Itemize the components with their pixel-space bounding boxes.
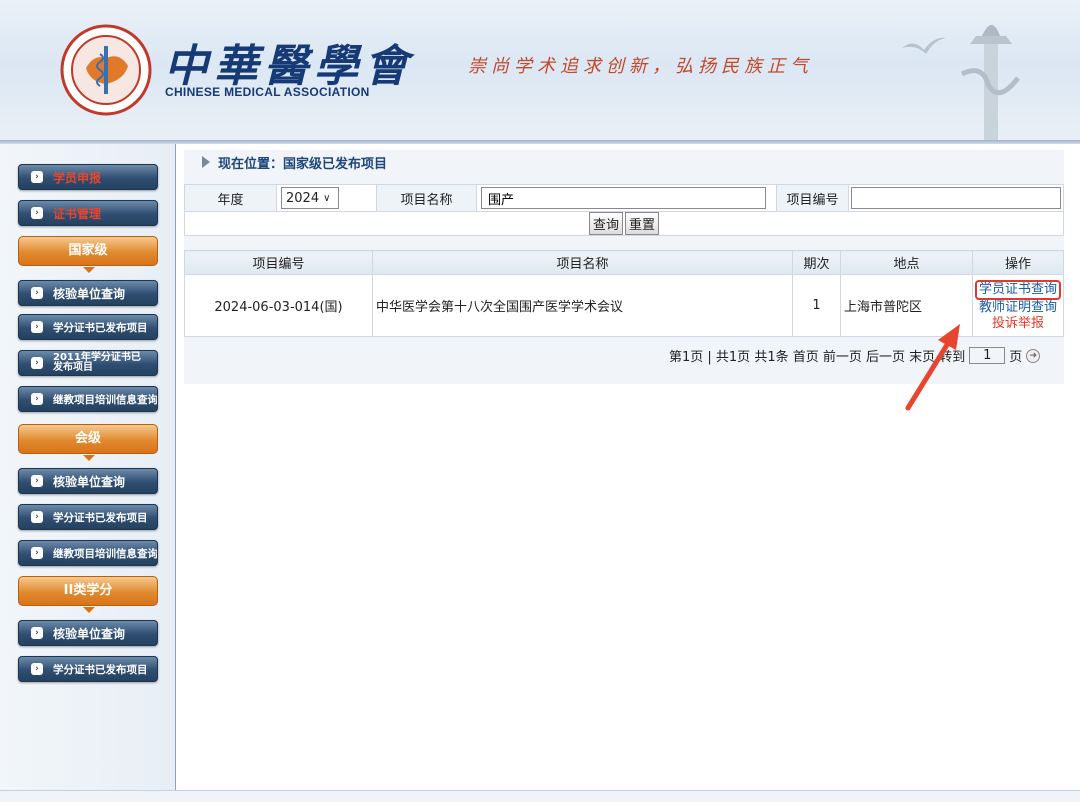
project-name-label: 项目名称	[376, 184, 477, 212]
flying-bird-icon	[902, 37, 946, 54]
cell-project-name: 中华医学会第十八次全国围产医学学术会议	[372, 274, 793, 337]
complaint-report-link[interactable]: 投诉举报	[973, 316, 1063, 332]
footer-bar	[0, 790, 1080, 802]
highlight-box: 学员证书查询	[974, 279, 1061, 300]
sidebar-item-c2-cert-published[interactable]: › 学分证书已发布项目	[18, 656, 158, 682]
sidebar-item-label: 继教项目培训信息查询	[53, 393, 158, 406]
page-unit: 页	[1009, 350, 1023, 365]
section-national[interactable]: 国家级	[18, 236, 158, 273]
section-association[interactable]: 会级	[18, 424, 158, 461]
sidebar-item-national-cert-published[interactable]: › 学分证书已发布项目	[18, 314, 158, 340]
sidebar-item-assoc-verify-unit[interactable]: › 核验单位查询	[18, 468, 158, 494]
sidebar-item-national-verify-unit[interactable]: › 核验单位查询	[18, 280, 158, 306]
breadcrumb-text: 现在位置：国家级已发布项目	[218, 156, 388, 172]
sidebar-item-label: 学员申报	[53, 170, 102, 185]
chevron-right-icon: ›	[31, 207, 43, 219]
col-header-code: 项目编号	[184, 250, 373, 275]
sidebar-item-label: 学分证书已发布项目	[53, 321, 148, 334]
sidebar-item-student-apply[interactable]: › 学员申报	[18, 164, 158, 190]
huabiao-pillar-icon	[960, 25, 1020, 140]
play-arrow-icon	[202, 156, 210, 168]
col-header-name: 项目名称	[372, 250, 793, 275]
query-button[interactable]: 查询	[588, 212, 623, 235]
col-header-location: 地点	[840, 250, 973, 275]
year-select[interactable]: 2024 ∨	[281, 187, 339, 209]
chevron-right-icon: ›	[31, 287, 43, 299]
chevron-right-icon: ›	[31, 511, 43, 523]
sidebar-item-label: 2011年学分证书已发布项目	[53, 352, 141, 373]
chevron-right-icon: ›	[31, 393, 43, 405]
cell-actions: 学员证书查询 教师证明查询 投诉举报	[972, 274, 1064, 337]
col-header-session: 期次	[792, 250, 841, 275]
project-code-label: 项目编号	[776, 184, 849, 212]
project-code-input[interactable]	[851, 187, 1061, 209]
chevron-right-icon: ›	[31, 547, 43, 559]
org-name-en: CHINESE MEDICAL ASSOCIATION	[165, 85, 370, 99]
chevron-right-icon: ›	[31, 475, 43, 487]
sidebar-item-label: 证书管理	[53, 206, 102, 221]
teacher-cert-query-link[interactable]: 教师证明查询	[973, 300, 1063, 316]
year-label: 年度	[184, 184, 277, 212]
page-number-input[interactable]: 1	[969, 347, 1006, 364]
sidebar-item-label: 核验单位查询	[53, 286, 126, 301]
section-class-two[interactable]: II类学分	[18, 576, 158, 613]
chevron-right-icon: ›	[31, 171, 43, 183]
cell-session: 1	[792, 274, 841, 337]
sidebar-item-label: 学分证书已发布项目	[53, 663, 148, 676]
table-header-row: 项目编号 项目名称 期次 地点 操作	[184, 250, 1064, 275]
chevron-right-icon: ›	[31, 663, 43, 675]
sidebar-item-label: 核验单位查询	[53, 474, 126, 489]
search-form: 年度 2024 ∨ 项目名称 项目编号 查询重置	[184, 184, 1064, 236]
project-name-input[interactable]	[481, 187, 766, 209]
student-cert-query-link[interactable]: 学员证书查询	[979, 282, 1057, 298]
sidebar-item-national-2011-cert[interactable]: › 2011年学分证书已发布项目	[18, 350, 158, 376]
chevron-right-icon: ›	[31, 321, 43, 333]
annotation-arrow-icon	[905, 324, 960, 411]
chevron-right-icon: ›	[31, 357, 43, 369]
sidebar-item-national-training-info[interactable]: › 继教项目培训信息查询	[18, 386, 158, 412]
year-select-value: 2024	[286, 190, 320, 206]
chevron-down-icon: ∨	[323, 192, 331, 204]
header-slogan: 崇尚学术追求创新，弘扬民族正气	[468, 56, 813, 77]
sidebar-item-label: 学分证书已发布项目	[53, 511, 148, 524]
col-header-actions: 操作	[972, 250, 1064, 275]
sidebar-item-assoc-training-info[interactable]: › 继教项目培训信息查询	[18, 540, 158, 566]
sidebar: › 学员申报 › 证书管理 国家级 › 核验单位查询 › 学分证书已发布项目 ›…	[0, 144, 176, 790]
pagination: 第1页 | 共1页 共1条 首页 前一页 后一页 末页 转到 1 页 ➜	[669, 346, 1041, 365]
sidebar-item-certificate-manage[interactable]: › 证书管理	[18, 200, 158, 226]
sidebar-item-label: 继教项目培训信息查询	[53, 547, 158, 560]
sidebar-item-c2-verify-unit[interactable]: › 核验单位查询	[18, 620, 158, 646]
cma-emblem-icon	[60, 24, 152, 116]
sidebar-item-label: 核验单位查询	[53, 626, 126, 641]
sidebar-item-assoc-cert-published[interactable]: › 学分证书已发布项目	[18, 504, 158, 530]
chevron-right-icon: ›	[31, 627, 43, 639]
site-header: 中華醫學會 CHINESE MEDICAL ASSOCIATION 崇尚学术追求…	[0, 0, 1080, 140]
reset-button[interactable]: 重置	[625, 212, 660, 235]
breadcrumb: 现在位置：国家级已发布项目	[184, 150, 1064, 174]
go-arrow-icon[interactable]: ➜	[1026, 348, 1041, 363]
cell-project-code: 2024-06-03-014(国)	[184, 274, 373, 337]
